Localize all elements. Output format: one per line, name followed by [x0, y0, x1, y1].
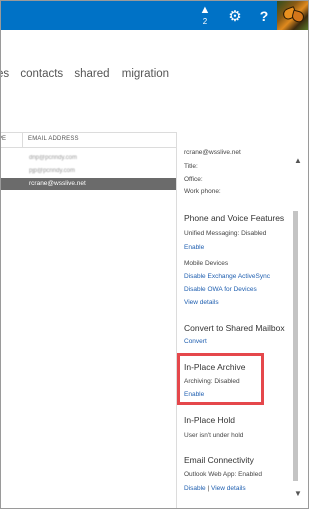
mobile-devices-label: Mobile Devices [184, 260, 229, 267]
highlight-box [177, 353, 264, 405]
alert-count: 2 [202, 17, 208, 26]
disable-activesync-link[interactable]: Disable Exchange ActiveSync [184, 273, 270, 280]
gear-icon[interactable]: ⚙ [221, 1, 249, 30]
table-row[interactable]: pjp@pcrindy.com [29, 168, 75, 174]
disable-owa-link[interactable]: Disable OWA for Devices [184, 286, 257, 293]
tab-migration[interactable]: migration [122, 68, 169, 80]
help-icon[interactable]: ? [250, 1, 278, 30]
top-bar: ▲ 2 ⚙ ? [1, 1, 308, 30]
owa-status: Outlook Web App: Enabled [184, 471, 262, 478]
app-window: ▲ 2 ⚙ ? es contacts shared migration PE … [0, 0, 309, 509]
um-enable-link[interactable]: Enable [184, 244, 204, 251]
link-separator: | [207, 485, 210, 492]
row-email: rcrane@wsslive.net [29, 180, 86, 187]
user-photo[interactable] [277, 1, 308, 30]
hold-heading: In-Place Hold [184, 415, 236, 425]
scroll-up-arrow-icon[interactable]: ▲ [294, 156, 302, 165]
table-row[interactable]: dnp@pcrindy.com [29, 155, 77, 161]
scroll-down-arrow-icon[interactable]: ▼ [294, 489, 302, 498]
owa-view-details-link[interactable]: View details [211, 485, 246, 492]
convert-heading: Convert to Shared Mailbox [184, 323, 285, 333]
phone-voice-heading: Phone and Voice Features [184, 213, 285, 223]
convert-link[interactable]: Convert [184, 338, 207, 345]
column-header-type[interactable]: PE [1, 136, 6, 142]
alert-button[interactable]: ▲ 2 [191, 1, 219, 30]
unified-messaging-status: Unified Messaging: Disabled [184, 230, 267, 237]
hold-status: User isn't under hold [184, 432, 244, 439]
owa-links: Disable | View details [184, 485, 246, 492]
tab-shared[interactable]: shared [74, 68, 109, 80]
column-header-email[interactable]: EMAIL ADDRESS [28, 136, 79, 142]
work-phone-label: Work phone: [184, 188, 221, 195]
email-connectivity-heading: Email Connectivity [184, 455, 254, 465]
table-row-selected[interactable]: rcrane@wsslive.net [1, 178, 176, 190]
alert-icon: ▲ [199, 4, 211, 16]
scrollbar-thumb[interactable] [293, 211, 298, 481]
mobile-view-details-link[interactable]: View details [184, 299, 219, 306]
tab-contacts[interactable]: contacts [20, 68, 63, 80]
recipients-nav: es contacts shared migration [1, 68, 169, 80]
tab-mailboxes[interactable]: es [1, 68, 9, 80]
title-label: Title: [184, 163, 198, 170]
office-label: Office: [184, 176, 203, 183]
owa-disable-link[interactable]: Disable [184, 485, 206, 492]
detail-email: rcrane@wsslive.net [184, 149, 241, 156]
